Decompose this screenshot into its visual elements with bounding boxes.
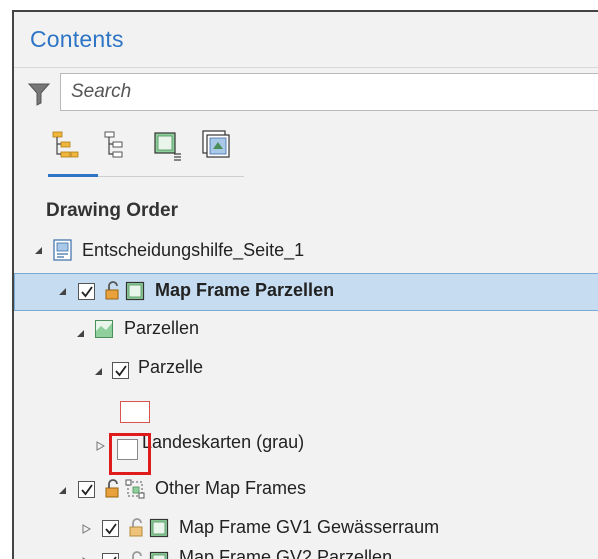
map-frame-icon [149,551,169,559]
list-by-source-icon[interactable] [152,130,182,162]
expander-open-icon[interactable] [58,287,67,296]
expander-open-icon[interactable] [94,367,103,376]
pane-title: Contents [30,26,124,53]
group-other-label[interactable]: Other Map Frames [155,478,306,499]
search-box[interactable] [60,73,598,111]
layout-name[interactable]: Entscheidungshilfe_Seite_1 [82,240,304,261]
map-frame-icon [149,518,169,538]
map-parzellen-label[interactable]: Parzellen [124,318,199,339]
map-frame-gv2-label[interactable]: Map Frame GV2 Parzellen [179,547,392,559]
title-divider [14,67,598,68]
expander-closed-icon[interactable] [82,524,91,534]
unlocked-icon[interactable] [103,281,123,301]
expander-open-icon[interactable] [58,486,67,495]
visibility-checkbox[interactable] [112,362,129,379]
group-frames-icon [125,479,145,499]
expander-open-icon[interactable] [76,329,85,338]
contents-pane: Contents Drawing Order [12,10,598,559]
list-by-selection-icon[interactable] [102,130,132,162]
layer-parzelle-label[interactable]: Parzelle [138,357,203,378]
layout-icon [52,239,74,261]
polygon-symbol-swatch[interactable] [120,401,150,423]
map-icon [94,319,114,339]
visibility-checkbox[interactable] [102,520,119,537]
layer-landeskarten-label[interactable]: Landeskarten (grau) [142,432,304,453]
visibility-checkbox[interactable] [78,283,95,300]
map-frame-gv1-label[interactable]: Map Frame GV1 Gewässerraum [179,517,439,538]
section-heading: Drawing Order [46,200,178,222]
visibility-checkbox[interactable] [102,553,119,559]
drawing-order-icon[interactable] [50,130,80,162]
active-tool-indicator [48,174,98,177]
unlocked-icon[interactable] [103,479,123,499]
visibility-checkbox[interactable] [78,481,95,498]
expander-open-icon[interactable] [34,246,43,255]
unlocked-icon[interactable] [127,551,147,559]
unlocked-icon[interactable] [127,518,147,538]
map-frame-icon [125,281,145,301]
filter-icon[interactable] [28,82,50,106]
visibility-checkbox-unchecked[interactable] [117,439,138,460]
map-frame-parzellen-label[interactable]: Map Frame Parzellen [155,280,334,301]
search-input[interactable] [61,74,598,110]
list-by-snapping-icon[interactable] [202,130,232,162]
expander-closed-icon[interactable] [96,441,105,451]
